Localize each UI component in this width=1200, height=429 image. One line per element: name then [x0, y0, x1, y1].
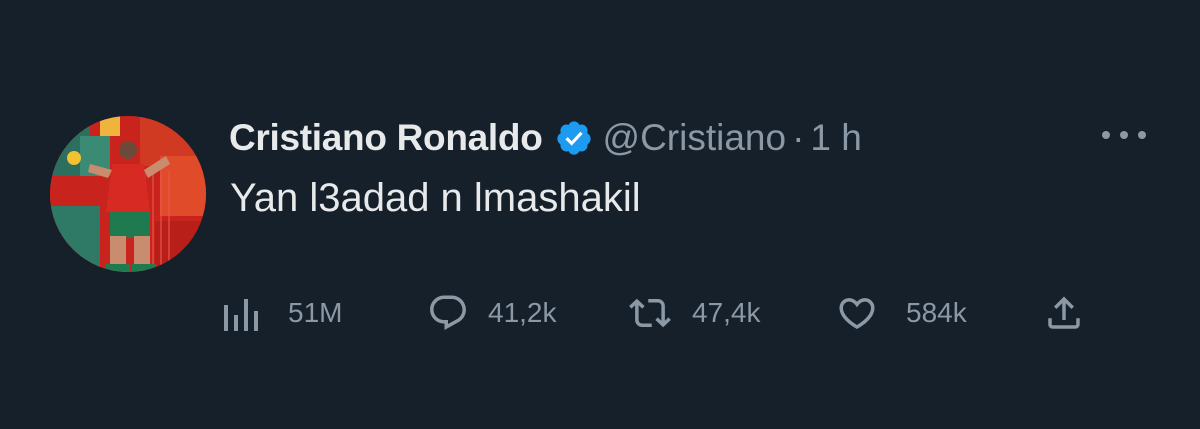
like-count: 584k [906, 297, 967, 328]
share-action[interactable] [1042, 290, 1086, 336]
timestamp[interactable]: 1 h [810, 117, 861, 159]
avatar-image [50, 116, 206, 272]
more-icon[interactable] [1102, 120, 1146, 150]
more-dot [1120, 131, 1128, 139]
retweet-count: 47,4k [692, 297, 761, 328]
author-handle[interactable]: @Cristiano [603, 117, 787, 159]
more-dot [1102, 131, 1110, 139]
verified-badge-icon [555, 119, 593, 157]
tweet-text: Yan l3adad n lmashakil [230, 176, 641, 220]
retweet-action[interactable]: 47,4k [626, 290, 761, 336]
reply-action[interactable]: 41,2k [426, 290, 557, 336]
views-icon [218, 293, 264, 333]
author-name[interactable]: Cristiano Ronaldo [229, 117, 543, 159]
tweet[interactable]: Cristiano Ronaldo @Cristiano · 1 h Yan l… [0, 0, 1200, 429]
reply-icon [426, 292, 470, 334]
retweet-icon [626, 292, 674, 334]
views-action[interactable]: 51M [218, 290, 342, 336]
avatar[interactable] [50, 116, 206, 272]
tweet-header: Cristiano Ronaldo @Cristiano · 1 h [229, 112, 862, 164]
views-count: 51M [288, 297, 343, 328]
like-action[interactable]: 584k [834, 290, 967, 336]
share-icon [1042, 292, 1086, 334]
action-bar: 51M 41,2k 47,4k 584k [218, 290, 1098, 336]
separator-dot: · [792, 117, 805, 158]
more-dot [1138, 131, 1146, 139]
like-icon [834, 292, 880, 334]
reply-count: 41,2k [488, 297, 557, 328]
